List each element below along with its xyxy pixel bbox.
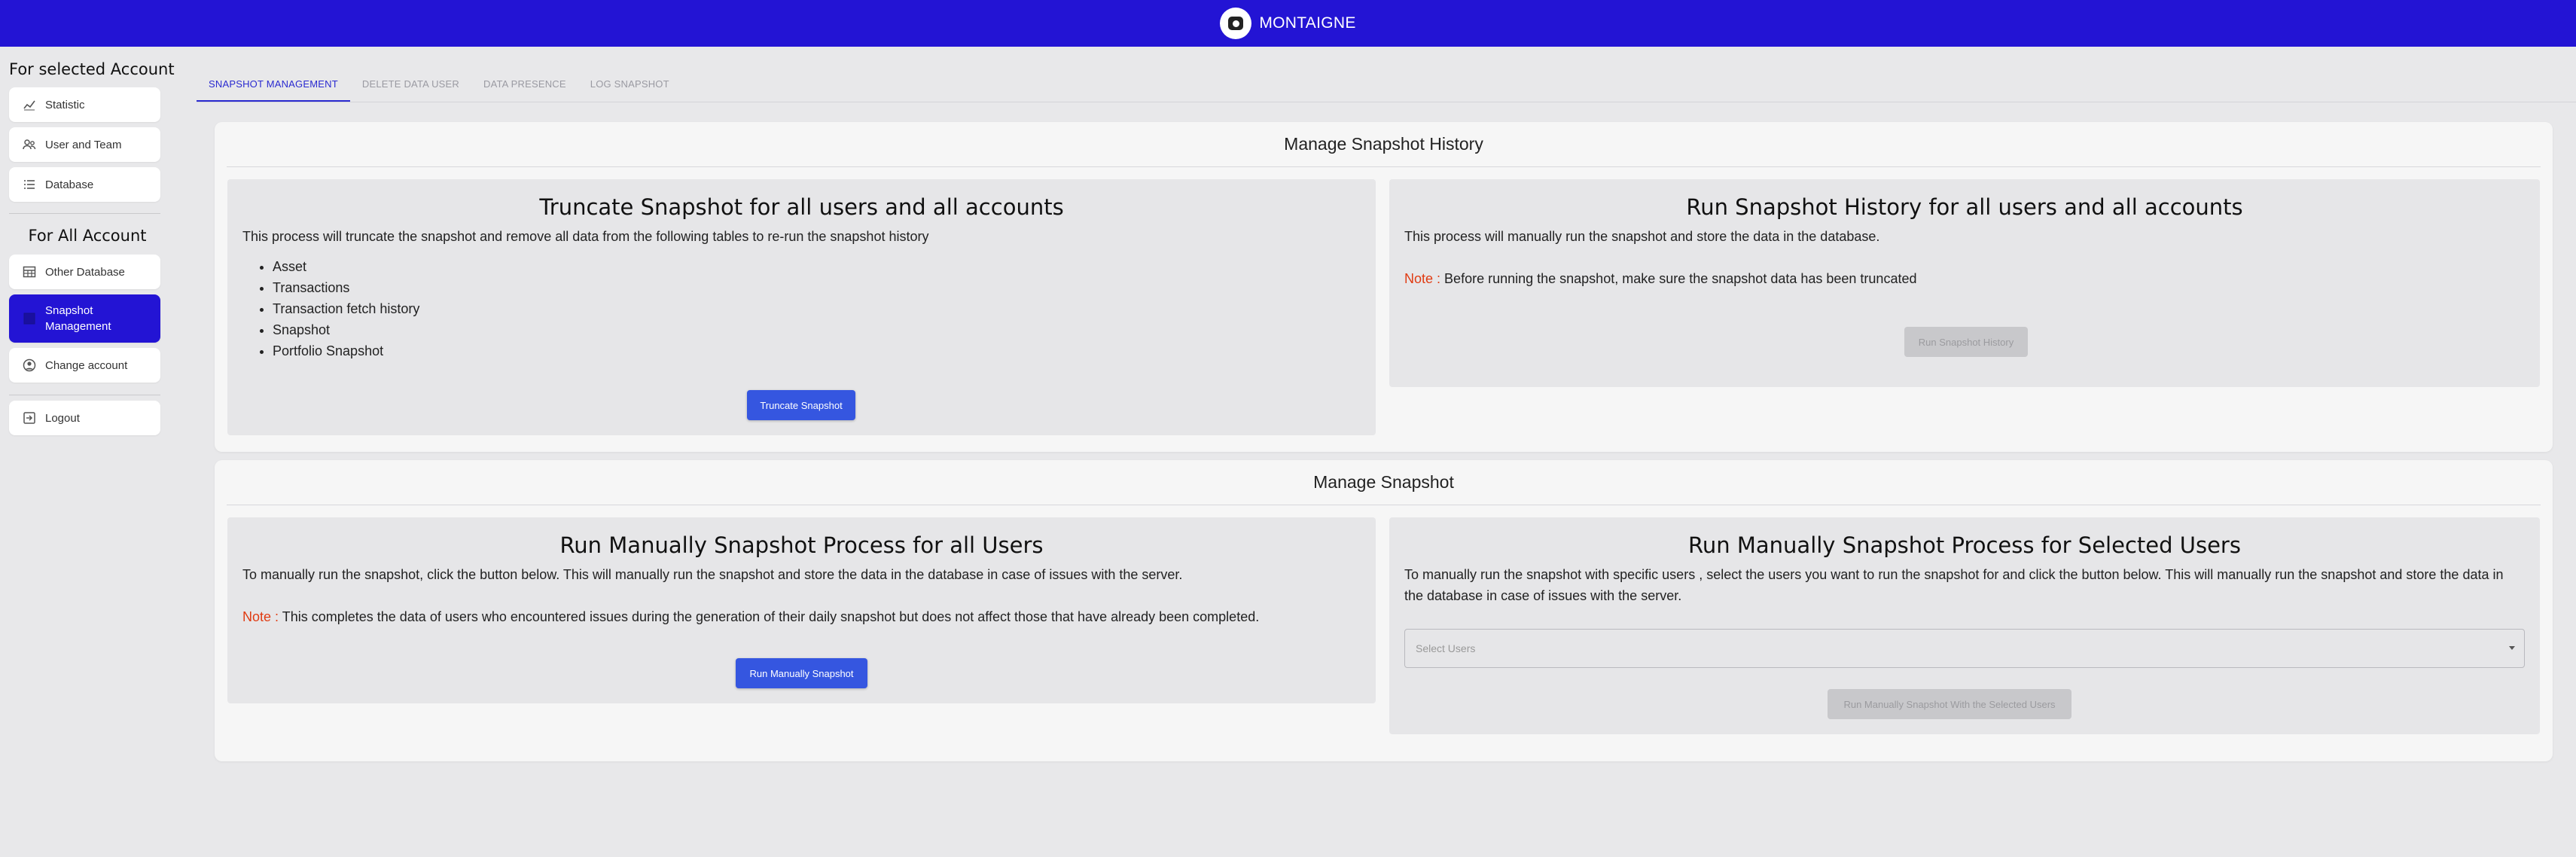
card-title: Run Snapshot History for all users and a… — [1686, 194, 2243, 220]
sidebar-item-label: Other Database — [45, 265, 125, 279]
select-users-placeholder: Select Users — [1416, 642, 1476, 654]
users-icon — [23, 138, 36, 151]
sidebar-item-other-database[interactable]: Other Database — [9, 255, 160, 289]
chart-line-icon — [23, 98, 36, 111]
sidebar-item-change-account[interactable]: Change account — [9, 348, 160, 383]
note-label: Note : — [242, 609, 279, 624]
select-users-dropdown[interactable]: Select Users — [1404, 629, 2525, 668]
sidebar-item-label: Snapshot Management — [45, 304, 111, 333]
tab-data-presence[interactable]: DATA PRESENCE — [471, 72, 578, 102]
card-description: This process will truncate the snapshot … — [242, 229, 929, 244]
card-title: Run Manually Snapshot Process for all Us… — [559, 532, 1044, 558]
tab-snapshot-management[interactable]: SNAPSHOT MANAGEMENT — [197, 72, 350, 102]
panel-title: Manage Snapshot — [1313, 472, 1454, 492]
list-item: Asset — [273, 256, 1361, 277]
run-manual-all-users-card: Run Manually Snapshot Process for all Us… — [227, 517, 1376, 703]
card-title: Run Manually Snapshot Process for Select… — [1688, 532, 2241, 558]
note-text: This completes the data of users who enc… — [282, 609, 1260, 624]
list-item: Snapshot — [273, 319, 1361, 340]
card-note: Note : This completes the data of users … — [242, 606, 1361, 627]
card-description: To manually run the snapshot, click the … — [242, 567, 1183, 582]
card-note: Note : Before running the snapshot, make… — [1404, 268, 2525, 289]
list-item: Transaction fetch history — [273, 298, 1361, 319]
note-text: Before running the snapshot, make sure t… — [1444, 271, 1917, 286]
table-icon — [23, 265, 36, 279]
tab-delete-data-user[interactable]: DELETE DATA USER — [350, 72, 471, 102]
tab-bar: SNAPSHOT MANAGEMENT DELETE DATA USER DAT… — [197, 72, 681, 102]
sidebar-item-label: Database — [45, 178, 94, 191]
card-description: This process will manually run the snaps… — [1404, 229, 1880, 244]
run-manually-snapshot-selected-users-button[interactable]: Run Manually Snapshot With the Selected … — [1828, 689, 2071, 719]
sidebar-item-database[interactable]: Database — [9, 167, 160, 202]
sidebar-item-snapshot-management[interactable]: Snapshot Management — [9, 294, 160, 343]
manage-snapshot-panel: Manage Snapshot Run Manually Snapshot Pr… — [215, 460, 2553, 761]
sidebar-item-label: Logout — [45, 411, 80, 425]
sidebar-item-logout[interactable]: Logout — [9, 401, 160, 435]
run-snapshot-history-card: Run Snapshot History for all users and a… — [1389, 179, 2540, 387]
sidebar-item-user-and-team[interactable]: User and Team — [9, 127, 160, 162]
truncate-snapshot-button[interactable]: Truncate Snapshot — [747, 390, 855, 420]
run-manually-snapshot-button[interactable]: Run Manually Snapshot — [736, 658, 867, 688]
panel-divider — [227, 166, 2541, 167]
sidebar-item-label: Statistic — [45, 98, 85, 111]
sidebar-section-title-selected-account: For selected Account — [9, 60, 175, 78]
truncate-table-list: Asset Transactions Transaction fetch his… — [273, 256, 1361, 361]
tab-log-snapshot[interactable]: LOG SNAPSHOT — [578, 72, 681, 102]
panel-title: Manage Snapshot History — [1284, 134, 1483, 154]
snapshot-icon — [23, 312, 36, 325]
list-icon — [23, 178, 36, 191]
sidebar-section-title-all-account: For All Account — [28, 227, 147, 245]
brand-name: MONTAIGNE — [1259, 14, 1356, 32]
run-snapshot-history-button[interactable]: Run Snapshot History — [1904, 327, 2028, 357]
sidebar-item-label: User and Team — [45, 138, 122, 151]
logout-icon — [23, 411, 36, 425]
sidebar-item-label: Change account — [45, 358, 128, 372]
run-manual-selected-users-card: Run Manually Snapshot Process for Select… — [1389, 517, 2540, 734]
list-item: Transactions — [273, 277, 1361, 298]
brand-logo-icon — [1220, 8, 1252, 39]
note-label: Note : — [1404, 271, 1441, 286]
sidebar-item-statistic[interactable]: Statistic — [9, 87, 160, 122]
card-title: Truncate Snapshot for all users and all … — [539, 194, 1064, 220]
sidebar-divider — [9, 213, 160, 214]
chevron-down-icon — [2509, 646, 2515, 650]
account-circle-icon — [23, 358, 36, 372]
card-description: To manually run the snapshot with specif… — [1404, 567, 2504, 603]
top-bar: MONTAIGNE — [0, 0, 2576, 47]
truncate-snapshot-card: Truncate Snapshot for all users and all … — [227, 179, 1376, 435]
manage-snapshot-history-panel: Manage Snapshot History Truncate Snapsho… — [215, 122, 2553, 452]
list-item: Portfolio Snapshot — [273, 340, 1361, 361]
